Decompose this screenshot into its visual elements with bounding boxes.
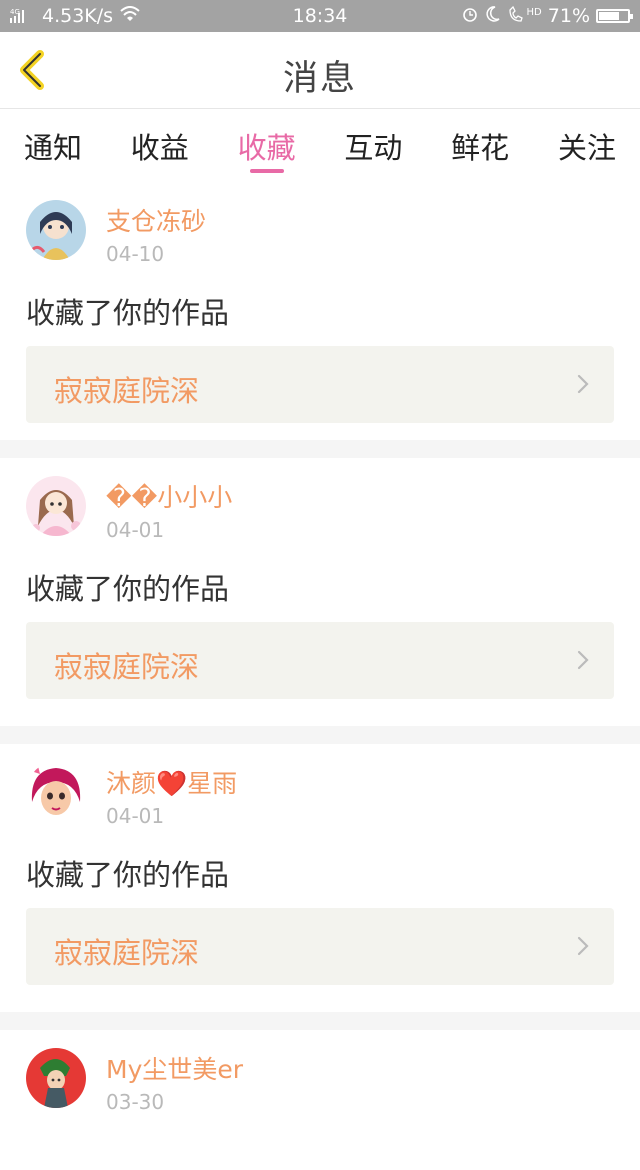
tab-flowers[interactable]: 鲜花 bbox=[445, 109, 515, 182]
user-name[interactable]: 沐颜❤️星雨 bbox=[106, 764, 237, 800]
list-item: My尘世美er 03-30 bbox=[0, 1030, 640, 1170]
user-name[interactable]: ��小小小 bbox=[106, 478, 232, 514]
tab-label: 收益 bbox=[130, 131, 189, 165]
signal-icon: 4G bbox=[10, 7, 36, 25]
work-title: 寂寂庭院深 bbox=[54, 374, 200, 408]
work-title: 寂寂庭院深 bbox=[54, 650, 200, 684]
battery-icon bbox=[596, 9, 633, 23]
work-title: 寂寂庭院深 bbox=[54, 936, 200, 970]
active-tab-indicator bbox=[249, 169, 284, 173]
tab-notifications[interactable]: 通知 bbox=[18, 109, 88, 182]
tab-bar: 通知 收益 收藏 互动 鲜花 关注 bbox=[0, 109, 640, 182]
list-item: ��小小小 04-01 收藏了你的作品 寂寂庭院深 bbox=[0, 458, 640, 726]
list-item: 支仓冻砂 04-10 收藏了你的作品 寂寂庭院深 bbox=[0, 182, 640, 440]
battery-fill bbox=[599, 12, 619, 20]
page-title: 消息 bbox=[282, 59, 357, 99]
chevron-right-icon bbox=[576, 649, 590, 675]
favorites-list: 支仓冻砂 04-10 收藏了你的作品 寂寂庭院深 ��小小小 04-01 收藏了… bbox=[0, 182, 640, 1170]
status-bar: 4G 4.53K/s 18:34 HD 71% bbox=[0, 0, 640, 32]
action-text: 收藏了你的作品 bbox=[26, 296, 230, 330]
action-text: 收藏了你的作品 bbox=[26, 858, 230, 892]
work-link[interactable]: 寂寂庭院深 bbox=[26, 346, 614, 423]
tab-label: 收藏 bbox=[237, 131, 296, 165]
avatar[interactable] bbox=[26, 762, 86, 822]
list-item: 沐颜❤️星雨 04-01 收藏了你的作品 寂寂庭院深 bbox=[0, 744, 640, 1012]
alarm-icon bbox=[461, 5, 479, 28]
tab-label: 关注 bbox=[557, 131, 616, 165]
favorite-date: 03-30 bbox=[106, 1090, 165, 1114]
avatar[interactable] bbox=[26, 476, 86, 536]
chevron-right-icon bbox=[576, 935, 590, 961]
tab-label: 鲜花 bbox=[451, 131, 510, 165]
tab-favorites[interactable]: 收藏 bbox=[232, 109, 302, 182]
user-name[interactable]: My尘世美er bbox=[106, 1050, 243, 1086]
title-bar: 消息 bbox=[0, 32, 640, 109]
tab-earnings[interactable]: 收益 bbox=[125, 109, 195, 182]
battery-percent: 71% bbox=[547, 5, 590, 27]
avatar[interactable] bbox=[26, 200, 86, 260]
wifi-icon bbox=[119, 5, 141, 27]
user-name[interactable]: 支仓冻砂 bbox=[106, 202, 206, 238]
work-link[interactable]: 寂寂庭院深 bbox=[26, 908, 614, 985]
favorite-date: 04-01 bbox=[106, 518, 165, 542]
network-speed: 4.53K/s bbox=[42, 5, 114, 27]
avatar[interactable] bbox=[26, 1048, 86, 1108]
tab-label: 通知 bbox=[23, 131, 82, 165]
action-text: 收藏了你的作品 bbox=[26, 572, 230, 606]
chevron-right-icon bbox=[576, 373, 590, 399]
network-type-label: HD bbox=[526, 6, 542, 18]
favorite-date: 04-10 bbox=[106, 242, 165, 266]
status-left: 4G 4.53K/s bbox=[10, 5, 141, 27]
moon-icon bbox=[485, 5, 501, 28]
favorite-date: 04-01 bbox=[106, 804, 165, 828]
tab-interactions[interactable]: 互动 bbox=[338, 109, 408, 182]
tab-follows[interactable]: 关注 bbox=[552, 109, 622, 182]
tab-label: 互动 bbox=[344, 131, 403, 165]
status-right: HD 71% bbox=[461, 5, 633, 28]
work-link[interactable]: 寂寂庭院深 bbox=[26, 622, 614, 699]
